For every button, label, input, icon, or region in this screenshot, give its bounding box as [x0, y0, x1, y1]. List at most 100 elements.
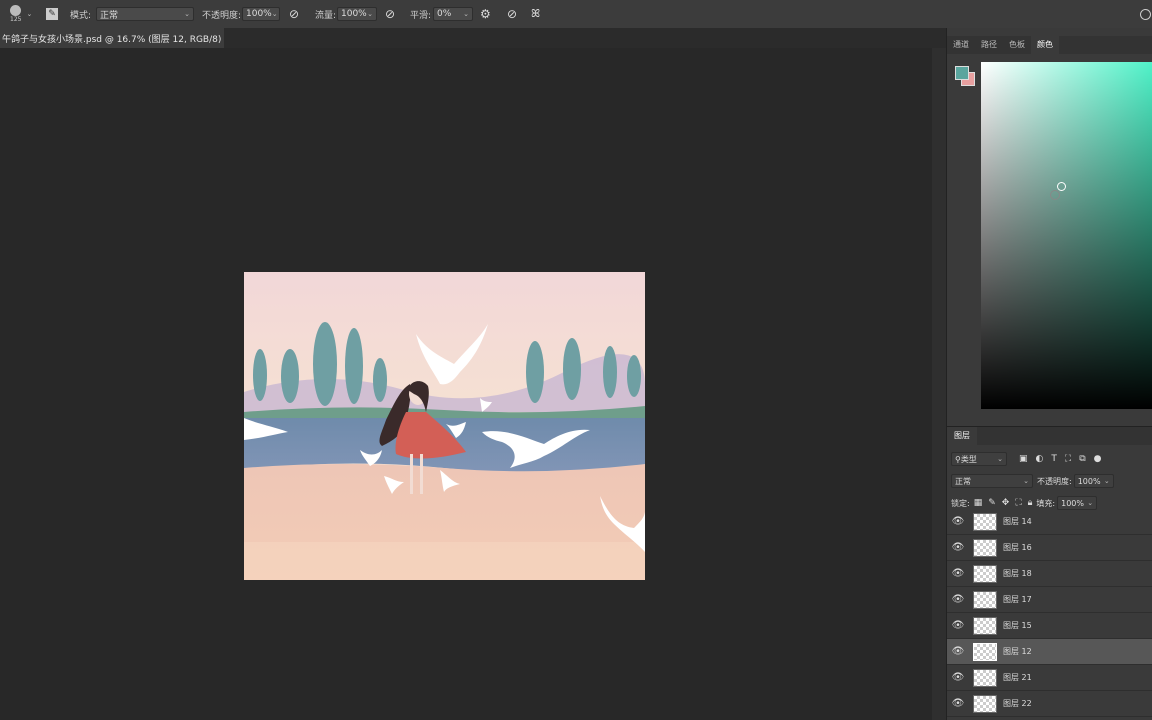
- flow-label: 流量:: [315, 10, 337, 21]
- layer-name: 图层 18: [1003, 569, 1032, 578]
- filter-adjustment-icon[interactable]: ◐: [1036, 454, 1044, 464]
- layer-row[interactable]: 👁︎ 图层 16: [947, 535, 1152, 561]
- right-panel: 通道 路径 色板 颜色 图层 ⚲类型 ⌄ ▣ ◐ T ⛶ ⧉ ● 正常 ⌄ 不透…: [946, 28, 1152, 720]
- tab-paths[interactable]: 路径: [975, 36, 1003, 54]
- chevron-down-icon: ⌄: [184, 10, 190, 18]
- color-picker-cursor[interactable]: [1050, 190, 1060, 200]
- lock-position-icon[interactable]: ✥: [1002, 498, 1010, 508]
- layer-row[interactable]: 👁︎ 图层 14: [947, 509, 1152, 535]
- lock-artboard-icon[interactable]: ⛶: [1015, 498, 1021, 508]
- layer-name: 图层 21: [1003, 673, 1032, 682]
- brush-tip-icon: [10, 5, 22, 16]
- tab-layers[interactable]: 图层: [947, 427, 977, 445]
- color-panel-tabs: 通道 路径 色板 颜色: [947, 36, 1152, 54]
- lock-transparent-icon[interactable]: ▦: [974, 498, 983, 508]
- filter-pixel-icon[interactable]: ▣: [1019, 454, 1028, 464]
- flow-input[interactable]: 100% ⌄: [337, 7, 377, 21]
- filter-type-icon[interactable]: T: [1051, 454, 1057, 464]
- layer-row[interactable]: 👁︎ 图层 18: [947, 561, 1152, 587]
- layer-filter-row: ⚲类型 ⌄ ▣ ◐ T ⛶ ⧉ ●: [951, 452, 1101, 466]
- visibility-eye-icon[interactable]: 👁︎: [947, 620, 969, 631]
- fill-input[interactable]: 100% ⌄: [1057, 496, 1098, 510]
- layer-thumbnail: [973, 590, 997, 609]
- options-bar: 125 ⌄ ✎ 模式: 正常 ⌄ 不透明度: 100% ⌄ ⊘ 流量: 100%…: [0, 0, 1152, 29]
- tab-color[interactable]: 颜色: [1031, 36, 1059, 54]
- pressure-opacity-button[interactable]: ⊘: [289, 0, 299, 28]
- layer-thumbnail: [973, 564, 997, 583]
- document-tab-title: 午鸽子与女孩小场景.psd @ 16.7% (图层 12, RGB/8) *: [2, 34, 224, 45]
- layer-opacity-value: 100%: [1077, 476, 1101, 486]
- filter-smart-object-icon[interactable]: ⧉: [1079, 454, 1085, 464]
- mode-select[interactable]: 正常 ⌄: [96, 7, 194, 21]
- pen-pressure-size-icon: ⊘: [507, 7, 518, 21]
- chevron-down-icon: ⌄: [463, 10, 469, 18]
- chevron-down-icon: ⌄: [1103, 477, 1110, 485]
- lock-all-icon[interactable]: 🔒︎: [1028, 498, 1033, 508]
- blend-opacity-row: 正常 ⌄ 不透明度: 100% ⌄: [951, 474, 1114, 488]
- visibility-eye-icon[interactable]: 👁︎: [947, 542, 969, 553]
- layer-row[interactable]: 👁︎ 图层 15: [947, 613, 1152, 639]
- layer-name: 图层 14: [1003, 517, 1032, 526]
- layer-thumbnail: [973, 642, 997, 661]
- fill-label: 填充:: [1036, 498, 1056, 508]
- layer-thumbnail: [973, 512, 997, 531]
- artwork-canvas[interactable]: [244, 272, 645, 580]
- visibility-eye-icon[interactable]: 👁︎: [947, 568, 969, 579]
- layer-row[interactable]: 👁︎ 图层 21: [947, 665, 1152, 691]
- airbrush-button[interactable]: ⊘: [385, 0, 395, 28]
- visibility-eye-icon[interactable]: 👁︎: [947, 516, 969, 527]
- brush-panel-icon: ✎: [46, 8, 58, 20]
- layer-filter-select[interactable]: ⚲类型 ⌄: [951, 452, 1007, 466]
- lock-pixels-icon[interactable]: ✎: [988, 498, 996, 508]
- blend-mode-select[interactable]: 正常 ⌄: [951, 474, 1033, 488]
- brush-preset-picker[interactable]: 125 ⌄: [10, 0, 32, 28]
- chevron-down-icon: ⌄: [26, 10, 33, 18]
- smoothing-options-button[interactable]: ⚙: [480, 0, 491, 28]
- filter-toggle-icon[interactable]: ●: [1094, 454, 1102, 464]
- symmetry-button[interactable]: ꕤ: [531, 0, 540, 28]
- blend-mode-value: 正常: [955, 476, 971, 486]
- visibility-eye-icon[interactable]: 👁︎: [947, 646, 969, 657]
- tab-channels[interactable]: 通道: [947, 36, 975, 54]
- brush-settings-toggle[interactable]: ✎: [46, 0, 58, 28]
- layer-name: 图层 15: [1003, 621, 1032, 630]
- brush-size-label: 125: [10, 16, 22, 23]
- opacity-input[interactable]: 100% ⌄: [242, 7, 280, 21]
- layer-name: 图层 12: [1003, 647, 1032, 656]
- fill-value: 100%: [1061, 498, 1084, 508]
- layer-thumbnail: [973, 668, 997, 687]
- layers-panel-header: 图层: [947, 426, 1152, 445]
- color-hover-cursor: [1057, 182, 1066, 191]
- foreground-color-swatch[interactable]: [955, 66, 969, 80]
- layer-row[interactable]: 👁︎ 图层 17: [947, 587, 1152, 613]
- chevron-down-icon: ⌄: [997, 455, 1003, 463]
- document-tab[interactable]: 午鸽子与女孩小场景.psd @ 16.7% (图层 12, RGB/8) *: [0, 28, 224, 48]
- filter-shape-icon[interactable]: ⛶: [1065, 454, 1071, 464]
- flow-value: 100%: [341, 9, 367, 19]
- layer-row[interactable]: 👁︎ 图层 22: [947, 691, 1152, 717]
- lock-label: 锁定:: [951, 498, 970, 508]
- opacity-value: 100%: [246, 9, 272, 19]
- opacity-label: 不透明度:: [202, 10, 242, 21]
- visibility-eye-icon[interactable]: 👁︎: [947, 698, 969, 709]
- pressure-size-button[interactable]: ⊘: [507, 0, 517, 28]
- color-picker-field[interactable]: [981, 62, 1152, 409]
- layer-row-selected[interactable]: 👁︎ 图层 12: [947, 639, 1152, 665]
- tab-swatches[interactable]: 色板: [1003, 36, 1031, 54]
- layer-opacity-label: 不透明度:: [1037, 476, 1072, 486]
- lock-fill-row: 锁定: ▦ ✎ ✥ ⛶ 🔒︎ 填充: 100% ⌄: [951, 496, 1098, 510]
- layer-thumbnail: [973, 616, 997, 635]
- smoothing-input[interactable]: 0% ⌄: [433, 7, 473, 21]
- visibility-eye-icon[interactable]: 👁︎: [947, 594, 969, 605]
- chevron-down-icon: ⌄: [1087, 499, 1094, 507]
- airbrush-icon: ⊘: [385, 7, 396, 21]
- search-icon: [1140, 8, 1151, 20]
- visibility-eye-icon[interactable]: 👁︎: [947, 672, 969, 683]
- layer-name: 图层 17: [1003, 595, 1032, 604]
- smoothing-value: 0%: [437, 9, 452, 19]
- layer-opacity-input[interactable]: 100% ⌄: [1073, 474, 1114, 488]
- search-button[interactable]: [1140, 0, 1151, 28]
- butterfly-icon: ꕤ: [531, 7, 541, 20]
- vertical-scrollbar[interactable]: [932, 48, 946, 720]
- layer-filter-value: 类型: [960, 454, 977, 464]
